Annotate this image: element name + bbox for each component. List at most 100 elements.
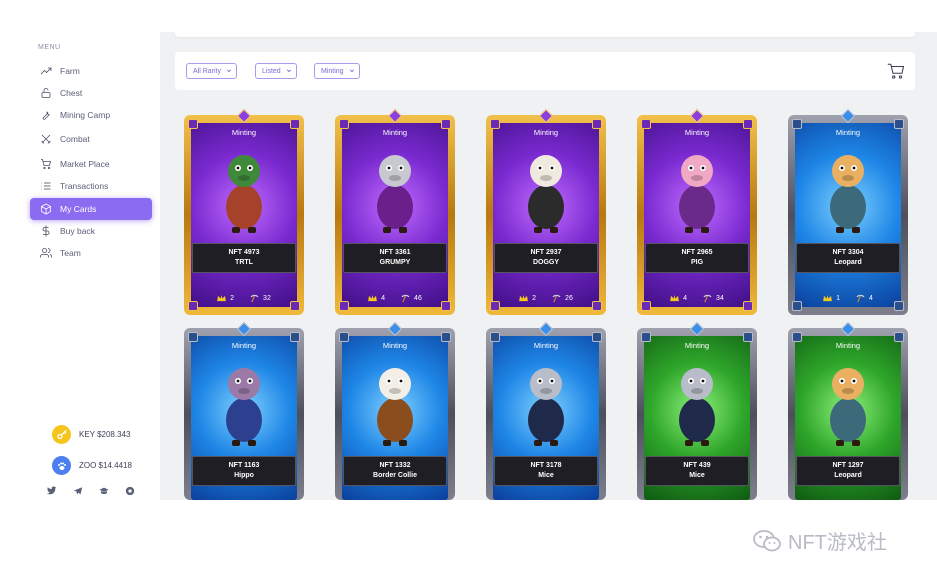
card-status: Minting <box>835 128 861 137</box>
crown-value: 4 <box>683 295 688 302</box>
top-strip <box>175 32 915 37</box>
hippo-character-icon <box>214 358 274 453</box>
leopard-character-icon <box>818 145 878 240</box>
crown-icon <box>823 295 832 302</box>
leopard-character-icon <box>818 358 878 453</box>
menu-title: MENU <box>38 44 61 51</box>
card-nameplate: NFT 4973 TRTL <box>192 243 296 273</box>
nft-card[interactable]: Minting NFT 3304 Leopard 1 4 <box>788 108 908 315</box>
card-nameplate: NFT 439 Mice <box>645 456 749 486</box>
pickaxe-value: 34 <box>716 295 724 302</box>
sidebar-item-label: Farm <box>60 66 80 76</box>
nft-name: Mice <box>689 472 705 479</box>
crown-value: 2 <box>230 295 235 302</box>
pickaxe-icon <box>856 294 865 303</box>
nft-card[interactable]: Minting NFT 2965 PIG 4 34 <box>637 108 757 315</box>
cat-character-icon <box>365 145 425 240</box>
sidebar: MENU Farm Chest Mining Camp Combat Marke… <box>20 35 160 500</box>
sidebar-item-team[interactable]: Team <box>30 242 152 264</box>
app-window: MENU Farm Chest Mining Camp Combat Marke… <box>0 0 937 500</box>
card-status: Minting <box>684 341 710 350</box>
sidebar-item-mining-camp[interactable]: Mining Camp <box>30 104 152 126</box>
nft-id: NFT 1332 <box>379 462 411 469</box>
pickaxe-value: 26 <box>565 295 573 302</box>
nft-name: PIG <box>690 259 704 266</box>
zoo-balance: ZOO $14.4418 <box>79 461 132 470</box>
nft-card[interactable]: Minting NFT 439 Mice <box>637 321 757 500</box>
card-status: Minting <box>684 128 710 137</box>
nft-id: NFT 1163 <box>228 462 260 469</box>
nft-card[interactable]: Minting NFT 1297 Leopard <box>788 321 908 500</box>
dog-character-icon <box>516 145 576 240</box>
card-status: Minting <box>533 128 559 137</box>
sidebar-item-chest[interactable]: Chest <box>30 82 152 104</box>
rarity-select[interactable]: All Rarity <box>186 63 238 79</box>
pickaxe-icon <box>703 294 712 303</box>
nft-card[interactable]: Minting NFT 4973 TRTL 2 32 <box>184 108 304 315</box>
nft-card[interactable]: Minting NFT 1163 Hippo <box>184 321 304 500</box>
lock-icon <box>36 86 56 100</box>
sidebar-item-combat[interactable]: Combat <box>30 128 152 150</box>
sidebar-item-buy-back[interactable]: Buy back <box>30 220 152 242</box>
cart-icon <box>36 157 56 171</box>
nft-card[interactable]: Minting NFT 3361 GRUMPY 4 46 <box>335 108 455 315</box>
card-status: Minting <box>231 128 257 137</box>
card-stats: 2 26 <box>486 294 606 303</box>
card-nameplate: NFT 2937 DOGGY <box>494 243 598 273</box>
pickaxe-icon <box>401 294 410 303</box>
crown-stat: 1 <box>823 294 840 303</box>
card-nameplate: NFT 2965 PIG <box>645 243 749 273</box>
nft-name: Mice <box>538 472 554 479</box>
card-stats: 4 46 <box>335 294 455 303</box>
nft-name: Hippo <box>234 472 254 479</box>
sidebar-item-my-cards[interactable]: My Cards <box>30 198 152 220</box>
sidebar-item-label: Transactions <box>60 181 109 191</box>
nft-card[interactable]: Minting NFT 1332 Border Collie <box>335 321 455 500</box>
nft-id: NFT 1297 <box>832 462 864 469</box>
wechat-icon <box>753 529 781 551</box>
card-stats: 1 4 <box>788 294 908 303</box>
pickaxe-stat: 46 <box>401 294 422 303</box>
turtle-character-icon <box>214 145 274 240</box>
state-select-value: Minting <box>321 67 344 75</box>
chrome-icon[interactable] <box>125 486 135 496</box>
card-nameplate: NFT 1163 Hippo <box>192 456 296 486</box>
nft-card[interactable]: Minting NFT 2937 DOGGY 2 26 <box>486 108 606 315</box>
wrench-icon <box>36 108 56 122</box>
sidebar-item-farm[interactable]: Farm <box>30 60 152 82</box>
paw-icon <box>52 456 71 475</box>
nft-id: NFT 2965 <box>681 249 713 256</box>
crossed-swords-icon <box>36 132 56 146</box>
pickaxe-value: 4 <box>869 295 873 302</box>
listing-select[interactable]: Listed <box>255 63 297 79</box>
rarity-select-value: All Rarity <box>193 67 222 75</box>
sidebar-item-label: Chest <box>60 88 83 98</box>
nft-id: NFT 3361 <box>379 249 411 256</box>
key-icon <box>52 425 71 444</box>
nft-name: TRTL <box>235 259 253 266</box>
card-nameplate: NFT 1297 Leopard <box>796 456 900 486</box>
pig-character-icon <box>667 145 727 240</box>
telegram-icon[interactable] <box>73 486 83 496</box>
key-token: KEY $208.343 <box>52 425 130 444</box>
watermark-text: NFT游戏社 <box>788 532 887 554</box>
crown-icon <box>519 295 529 302</box>
nft-name: Leopard <box>834 259 862 266</box>
trending-up-icon <box>36 64 56 78</box>
sidebar-item-label: My Cards <box>60 204 97 214</box>
state-select[interactable]: Minting <box>314 63 360 79</box>
nft-card[interactable]: Minting NFT 3178 Mice <box>486 321 606 500</box>
card-status: Minting <box>382 341 408 350</box>
users-icon <box>36 246 56 260</box>
graduation-cap-icon[interactable] <box>99 486 109 496</box>
sidebar-item-transactions[interactable]: Transactions <box>30 175 152 197</box>
cart-button[interactable] <box>887 62 905 80</box>
card-nameplate: NFT 3304 Leopard <box>796 243 900 273</box>
sidebar-item-market-place[interactable]: Market Place <box>30 153 152 175</box>
zoo-token: ZOO $14.4418 <box>52 456 132 475</box>
twitter-icon[interactable] <box>47 486 57 496</box>
watermark: NFT游戏社 <box>752 526 887 555</box>
sidebar-item-label: Buy back <box>60 226 95 236</box>
card-stats: 2 32 <box>184 294 304 303</box>
dollar-icon <box>36 224 56 238</box>
